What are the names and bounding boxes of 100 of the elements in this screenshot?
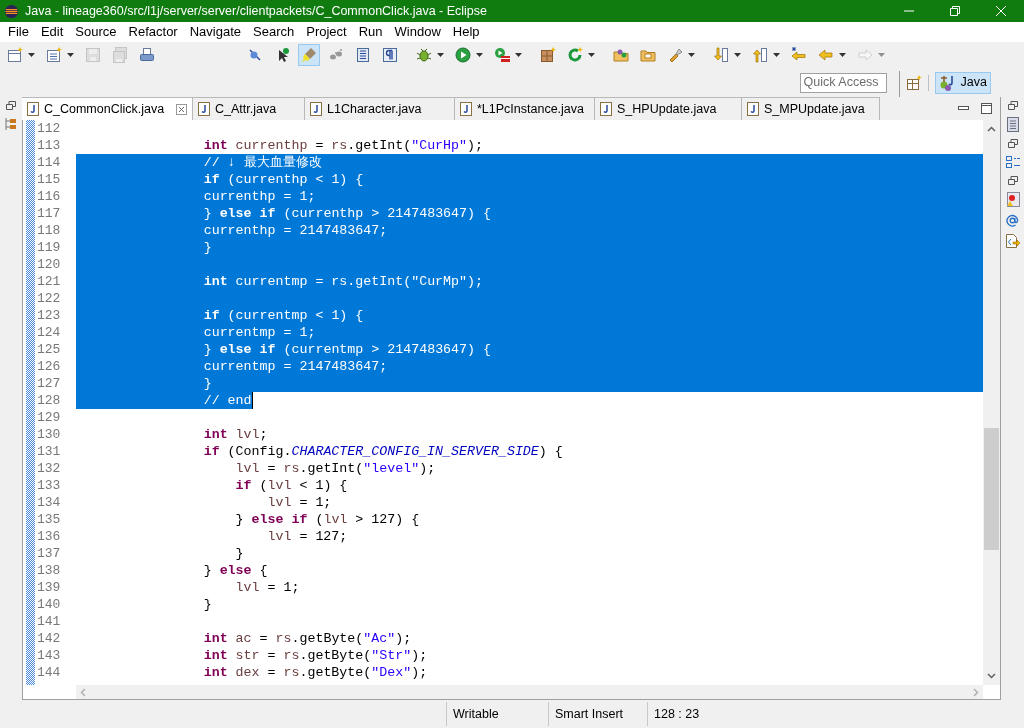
line-number: 114 <box>36 154 62 171</box>
line-number: 132 <box>36 460 62 477</box>
dropdown-caret-icon <box>878 53 885 57</box>
java-file-icon <box>198 102 210 116</box>
restore-icon[interactable] <box>1007 101 1018 110</box>
package-explorer-icon[interactable] <box>5 118 17 130</box>
line-number: 121 <box>36 273 62 290</box>
menu-item[interactable]: Source <box>69 22 123 42</box>
menu-item[interactable]: Navigate <box>183 22 247 42</box>
code-line: int str = rs.getByte("Str"); <box>202 647 428 664</box>
close-icon <box>996 6 1006 16</box>
scrollbar-thumb[interactable] <box>984 428 999 550</box>
line-number: 143 <box>36 647 62 664</box>
highlighter-button[interactable] <box>298 44 320 66</box>
line-number: 128 <box>36 392 62 409</box>
run-icon <box>455 47 471 63</box>
document-icon[interactable] <box>1006 117 1019 132</box>
outline-icon[interactable] <box>1005 155 1020 169</box>
minimize-icon[interactable] <box>958 105 969 112</box>
editor-tab[interactable]: C_Attr.java <box>193 97 305 120</box>
perspective-button[interactable]: Java <box>934 71 991 94</box>
dropdown-caret-icon <box>437 53 444 57</box>
line-number: 113 <box>36 137 62 154</box>
forward-arrow-icon <box>857 47 873 63</box>
back-arrow-icon <box>818 47 834 63</box>
dropdown-caret-icon <box>688 53 695 57</box>
line-number: 141 <box>36 613 62 630</box>
run-button[interactable] <box>452 44 486 66</box>
dropdown-caret-icon <box>734 53 741 57</box>
java-file-icon <box>600 102 612 116</box>
menu-item[interactable]: Project <box>300 22 353 42</box>
menu-item[interactable]: Window <box>388 22 447 42</box>
code-line: lvl = rs.getInt("level"); <box>234 460 436 477</box>
line-number: 126 <box>36 358 62 375</box>
dropdown-caret-icon <box>588 53 595 57</box>
line-number: 117 <box>36 205 62 222</box>
quick-access-field[interactable]: Quick Access <box>799 72 887 93</box>
scroll-down-icon[interactable] <box>987 673 996 679</box>
folder-icon <box>613 47 629 63</box>
grid-box-icon <box>540 47 556 63</box>
menu-item[interactable]: Search <box>247 22 301 42</box>
line-number: 122 <box>36 290 62 307</box>
line-number: 127 <box>36 375 62 392</box>
line-number: 137 <box>36 545 62 562</box>
pilcrow-icon <box>382 47 398 63</box>
editor-tab[interactable]: L1Character.java <box>305 97 455 120</box>
menu-item[interactable]: Run <box>352 22 389 42</box>
code-line: lvl = 127; <box>266 528 348 545</box>
restore-icon[interactable] <box>1007 139 1018 148</box>
line-number: 115 <box>36 171 62 188</box>
editor-tab[interactable]: S_HPUpdate.java <box>595 97 742 120</box>
code-line: int dex = rs.getByte("Dex"); <box>202 664 428 681</box>
code-line: } else if (lvl > 127) { <box>234 511 420 528</box>
at-sign-icon[interactable] <box>1006 214 1019 227</box>
editor-tab[interactable]: S_MPUpdate.java <box>742 97 880 120</box>
menu-item[interactable]: Edit <box>34 22 70 42</box>
menu-item[interactable]: Refactor <box>122 22 184 42</box>
open-perspective-icon[interactable] <box>905 74 922 91</box>
line-number: 118 <box>36 222 62 239</box>
refresh-icon <box>567 47 583 63</box>
close-icon[interactable] <box>176 103 187 115</box>
line-number: 135 <box>36 511 62 528</box>
java-file-icon <box>27 102 39 116</box>
editor-tab[interactable]: *L1PcInstance.java <box>455 97 595 120</box>
code-line: lvl = 1; <box>234 579 300 596</box>
line-number: 125 <box>36 341 62 358</box>
save-all-icon <box>112 47 128 63</box>
pin-icon <box>247 47 263 63</box>
line-number: 134 <box>36 494 62 511</box>
dropdown-caret-icon <box>773 53 780 57</box>
new-window-icon <box>7 47 23 63</box>
line-number: 129 <box>36 409 62 426</box>
vertical-scrollbar[interactable] <box>983 120 1000 685</box>
code-line: int ac = rs.getByte("Ac"); <box>202 630 412 647</box>
scroll-up-icon[interactable] <box>987 126 996 132</box>
dropdown-caret-icon <box>515 53 522 57</box>
flashlight-icon <box>667 47 683 63</box>
maximize-icon[interactable] <box>981 103 992 114</box>
line-number: 124 <box>36 324 62 341</box>
status-field: Smart Insert <box>548 702 647 726</box>
menu-item[interactable]: Help <box>446 22 486 42</box>
line-number: 142 <box>36 630 62 647</box>
code-line: int currenthp = rs.getInt("CurHp"); <box>202 137 483 154</box>
dropdown-caret-icon <box>839 53 846 57</box>
arrow-down-icon <box>713 47 729 63</box>
restore-icon[interactable] <box>6 101 16 110</box>
line-number: 133 <box>36 477 62 494</box>
declaration-icon[interactable] <box>1005 234 1020 249</box>
code-line: } <box>234 545 244 562</box>
new-class-icon <box>46 47 62 63</box>
restore-icon[interactable] <box>1007 176 1018 185</box>
editor-tab[interactable]: C_CommonClick.java <box>22 97 193 120</box>
line-number: 116 <box>36 188 62 205</box>
problems-icon[interactable] <box>1005 192 1020 207</box>
menu-item[interactable]: File <box>2 22 35 42</box>
restore-icon <box>950 6 960 16</box>
line-number: 138 <box>36 562 62 579</box>
code-line: } else { <box>202 562 268 579</box>
bug-icon <box>416 47 432 63</box>
window-title: Java - lineage360/src/l1j/server/server/clientpackets/C_CommonClick.java - Eclipse <box>25 2 488 20</box>
